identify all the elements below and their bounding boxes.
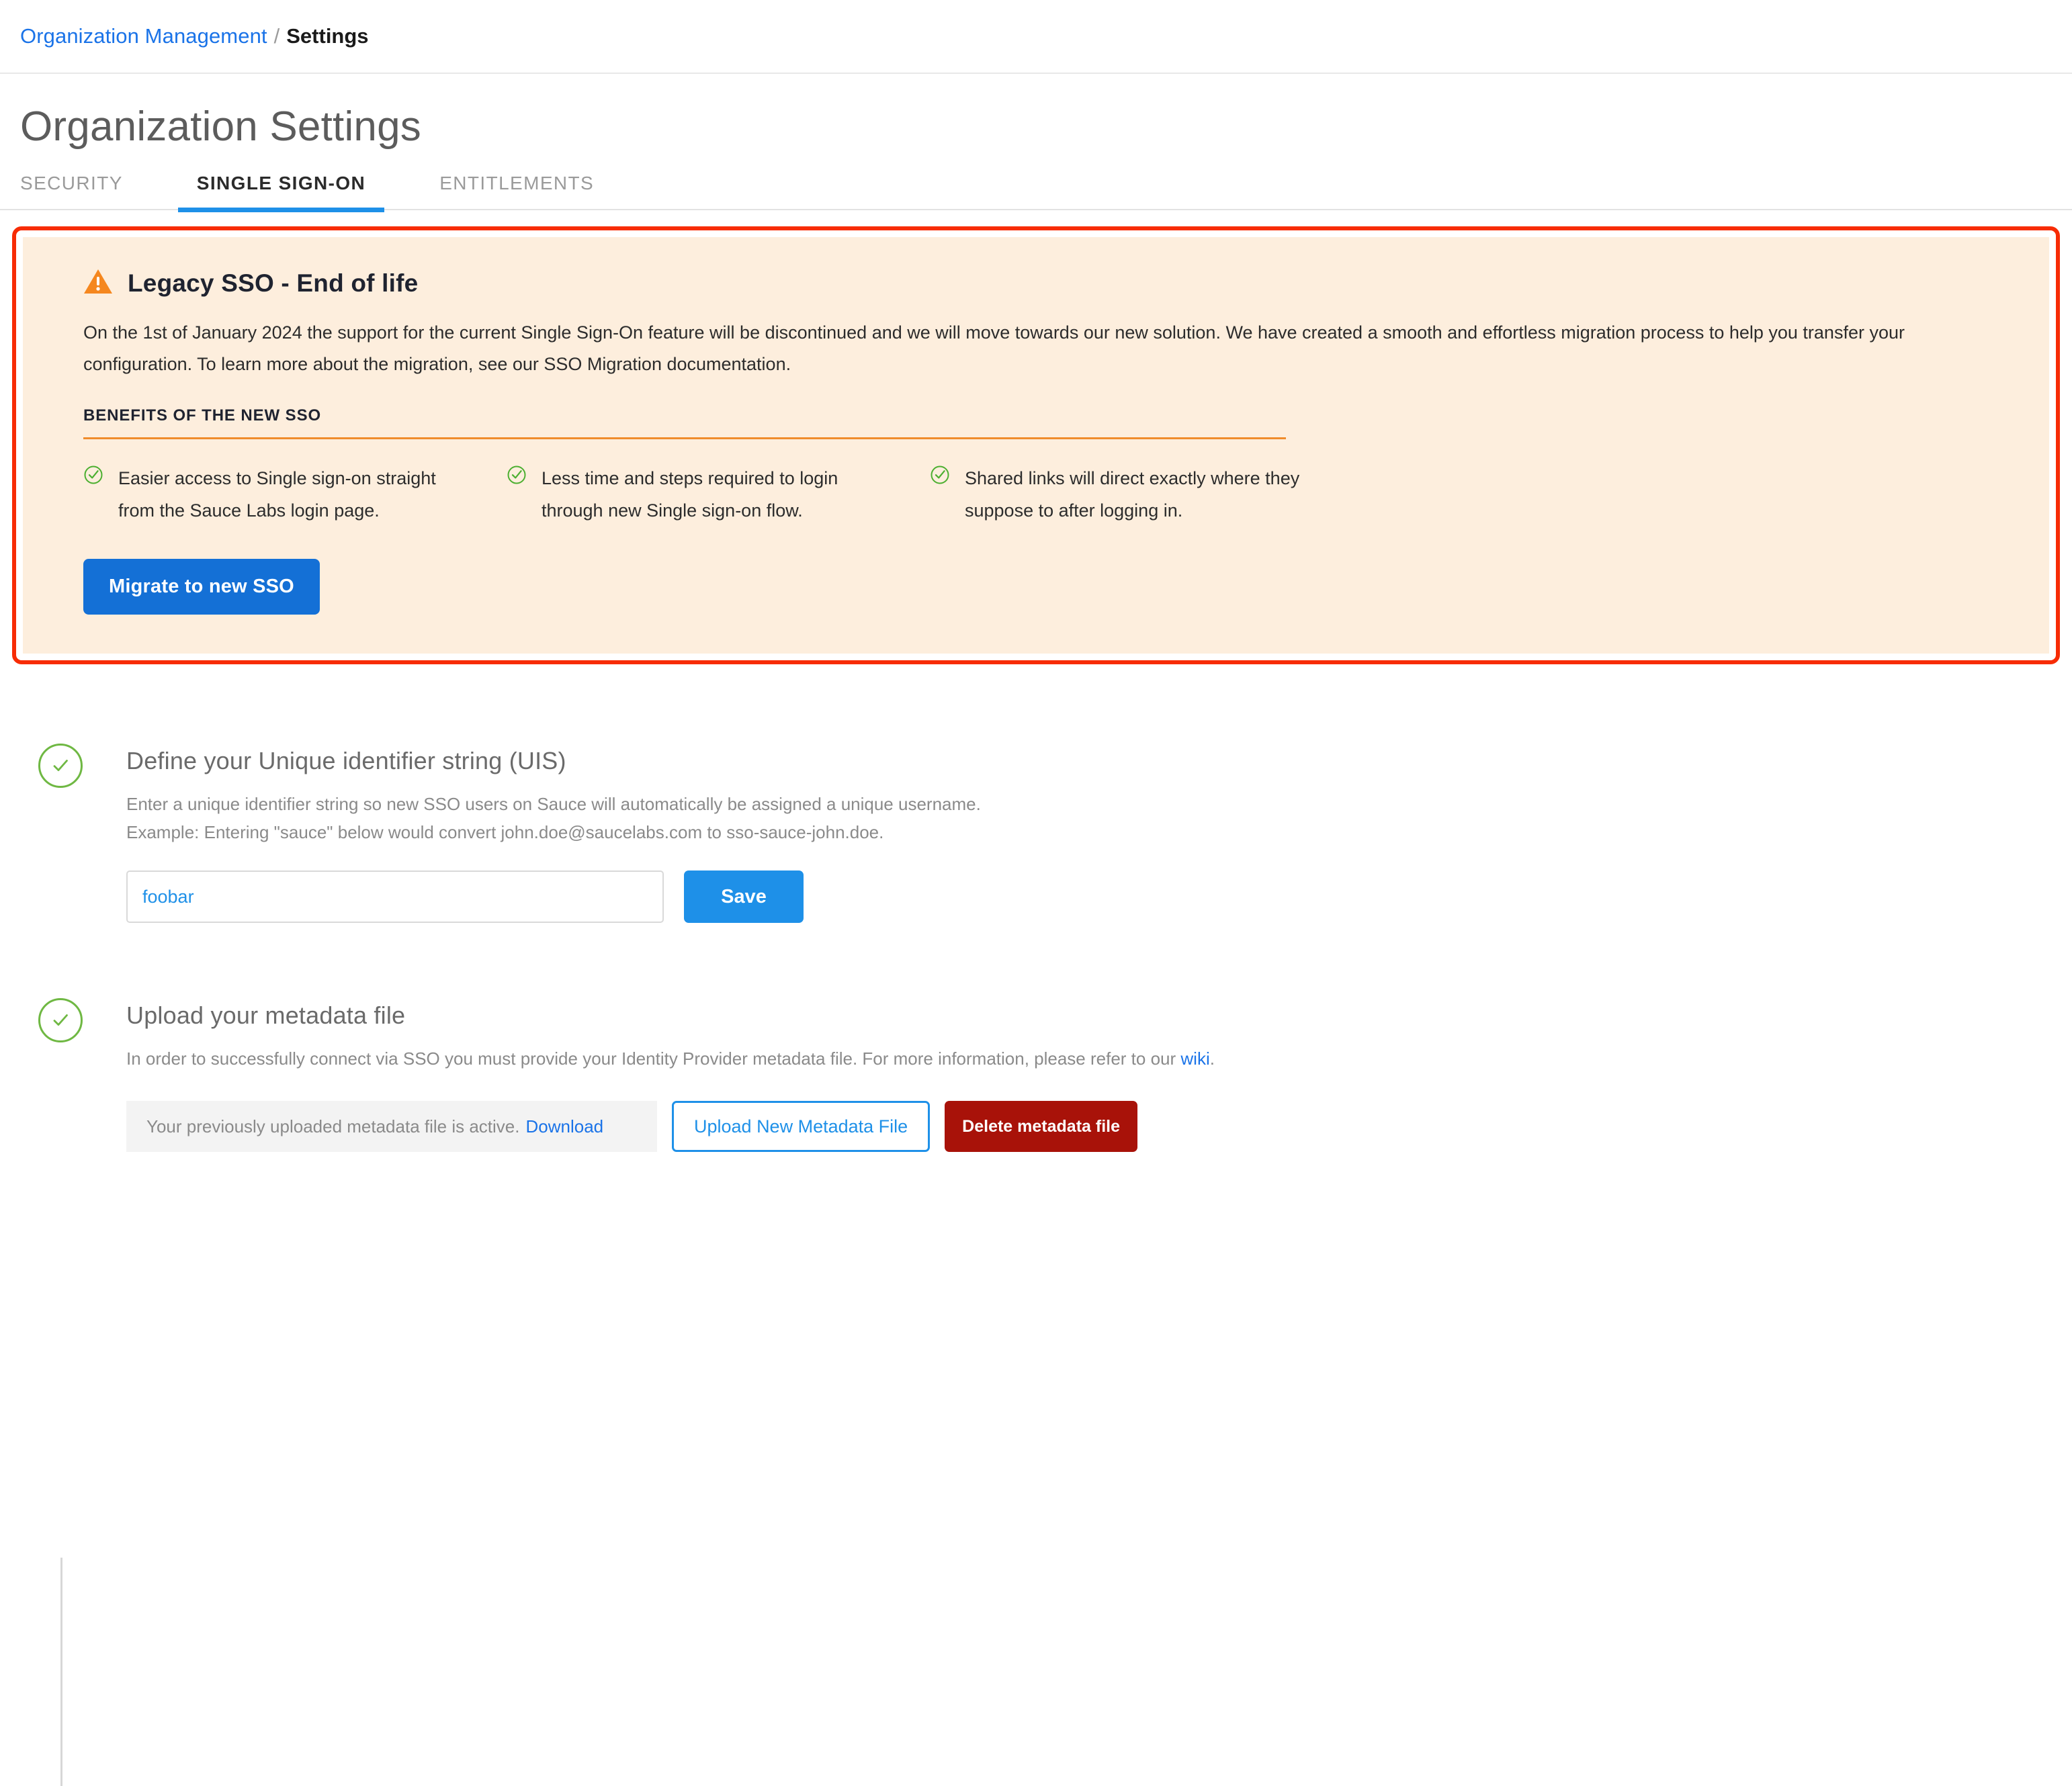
benefit-text: Easier access to Single sign-on straight… — [118, 467, 436, 521]
step-content: Define your Unique identifier string (UI… — [89, 744, 2072, 924]
wiki-link[interactable]: wiki — [1180, 1048, 1209, 1069]
migrate-to-new-sso-button[interactable]: Migrate to new SSO — [83, 559, 320, 615]
benefit-item: Shared links will direct exactly where t… — [930, 462, 1353, 527]
benefits-heading: BENEFITS OF THE NEW SSO — [83, 406, 322, 425]
legacy-sso-alert: Legacy SSO - End of life On the 1st of J… — [23, 237, 2049, 654]
page-header: Organization Settings — [0, 74, 2072, 148]
metadata-status-text: Your previously uploaded metadata file i… — [146, 1116, 520, 1136]
step-description-line-1: Enter a unique identifier string so new … — [126, 794, 981, 815]
benefit-item: Easier access to Single sign-on straight… — [83, 462, 507, 527]
step-connector-line — [60, 1558, 62, 1786]
check-circle-icon — [38, 998, 83, 1043]
metadata-actions-row: Your previously uploaded metadata file i… — [126, 1101, 2072, 1153]
tab-security[interactable]: SECURITY — [20, 173, 123, 209]
alert-body-text: On the 1st of January 2024 the support f… — [83, 322, 1905, 374]
benefit-item: Less time and steps required to login th… — [507, 462, 930, 527]
breadcrumb-link-organization-management[interactable]: Organization Management — [20, 24, 267, 48]
step-title: Define your Unique identifier string (UI… — [126, 747, 566, 775]
page-title: Organization Settings — [20, 103, 421, 150]
upload-new-metadata-file-button[interactable]: Upload New Metadata File — [672, 1101, 931, 1153]
delete-metadata-file-button[interactable]: Delete metadata file — [945, 1101, 1137, 1153]
unique-identifier-string-input[interactable] — [126, 870, 664, 924]
step-description-text: In order to successfully connect via SSO… — [126, 1048, 1181, 1069]
breadcrumb: Organization Management / Settings — [0, 0, 2072, 74]
download-metadata-link[interactable]: Download — [525, 1116, 603, 1137]
step-define-uis: Define your Unique identifier string (UI… — [32, 744, 2072, 924]
check-circle-icon — [38, 744, 83, 789]
uis-form-row: Save — [126, 870, 2072, 924]
step-content: Upload your metadata file In order to su… — [89, 998, 2072, 1153]
alert-title: Legacy SSO - End of life — [128, 269, 419, 297]
check-circle-icon — [507, 465, 527, 527]
step-title: Upload your metadata file — [126, 1001, 406, 1030]
benefit-text: Less time and steps required to login th… — [542, 467, 838, 521]
benefits-divider — [83, 437, 1286, 439]
metadata-status-box: Your previously uploaded metadata file i… — [126, 1101, 657, 1153]
sso-setup-steps: Define your Unique identifier string (UI… — [0, 744, 2072, 1786]
warning-triangle-icon — [83, 268, 113, 298]
step-description-line-2: Example: Entering "sauce" below would co… — [126, 822, 884, 843]
step-marker — [32, 744, 89, 923]
check-circle-icon — [83, 465, 103, 527]
settings-tabs: SECURITY SINGLE SIGN-ON ENTITLEMENTS — [0, 173, 2072, 213]
tab-single-sign-on[interactable]: SINGLE SIGN-ON — [177, 173, 385, 213]
breadcrumb-current-settings: Settings — [286, 24, 369, 48]
legacy-sso-alert-highlight: Legacy SSO - End of life On the 1st of J… — [12, 226, 2060, 665]
step-description: Enter a unique identifier string so new … — [126, 790, 2072, 846]
benefit-text: Shared links will direct exactly where t… — [965, 467, 1300, 521]
step-upload-metadata: Upload your metadata file In order to su… — [32, 998, 2072, 1153]
benefits-list: Easier access to Single sign-on straight… — [83, 462, 1989, 527]
check-circle-icon — [930, 465, 950, 527]
alert-title-row: Legacy SSO - End of life — [83, 268, 1989, 298]
breadcrumb-separator: / — [273, 24, 280, 48]
tab-entitlements[interactable]: ENTITLEMENTS — [439, 173, 594, 209]
step-description-period: . — [1209, 1048, 1215, 1069]
step-description: In order to successfully connect via SSO… — [126, 1044, 2072, 1073]
step-marker — [32, 998, 89, 1152]
save-button[interactable]: Save — [684, 870, 804, 924]
